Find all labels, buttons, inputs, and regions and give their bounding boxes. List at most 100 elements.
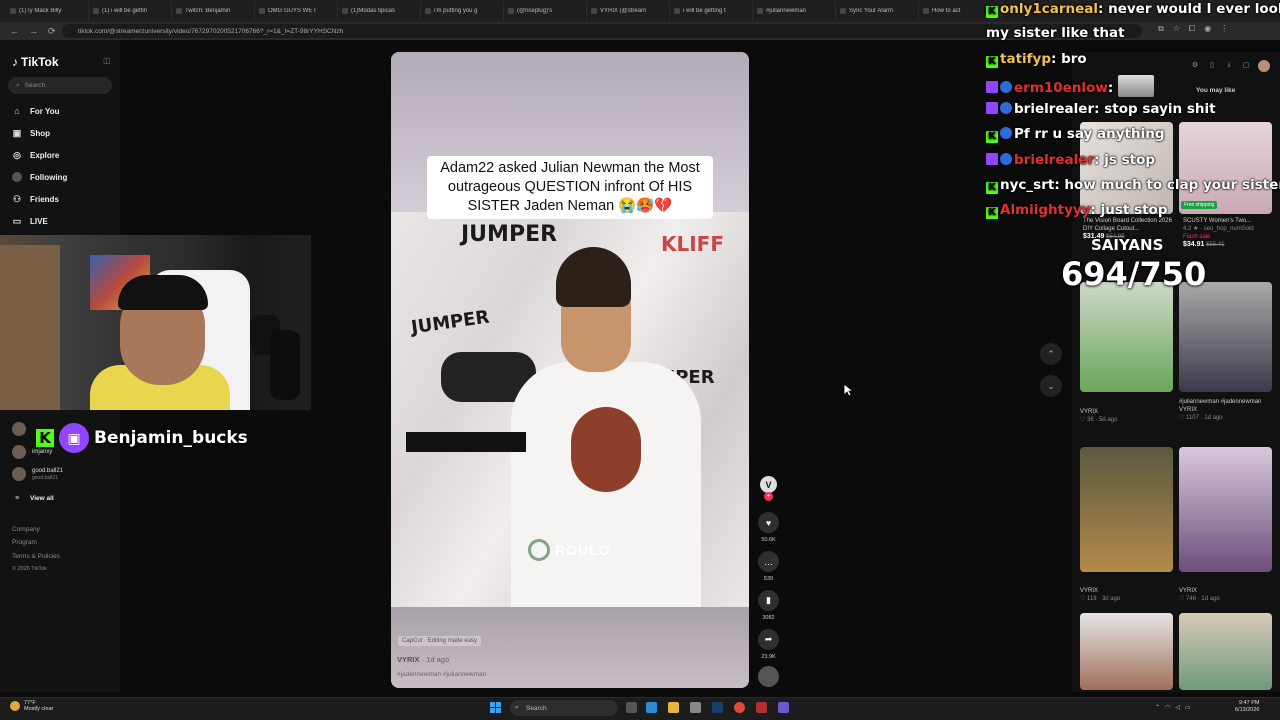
chevron-up-icon[interactable]: ⌃ [1155, 704, 1160, 711]
chat-message: Knyc_srt: how much to clap your sister? [986, 176, 1280, 194]
product-thumbnail[interactable]: Free shipping [1179, 122, 1272, 214]
footer-company-link[interactable]: Company [12, 526, 40, 533]
reload-icon[interactable]: ⟳ [48, 26, 56, 37]
browser-tab[interactable]: (@riceplug)'s× [504, 2, 992, 20]
user-avatar[interactable] [1258, 60, 1270, 72]
video-thumbnail[interactable] [1179, 613, 1272, 690]
browser-tab[interactable]: OMG GUYS WE I× [255, 2, 992, 20]
share-button[interactable]: ➦ [758, 629, 779, 650]
video-age: 5d ago [1099, 417, 1118, 423]
battery-icon[interactable]: ▭ [1185, 704, 1191, 711]
nav-shop[interactable]: ▣ Shop [12, 128, 50, 138]
edge-icon[interactable] [646, 702, 657, 713]
nav-for-you[interactable]: ⌂ For You [12, 106, 59, 116]
tab-favicon [93, 8, 99, 14]
video-thumbnail[interactable] [1179, 447, 1272, 572]
nav-explore[interactable]: ◎ Explore [12, 150, 59, 160]
browser-tab[interactable]: (1) i will be gettin× [89, 2, 992, 20]
file-explorer-icon[interactable] [668, 702, 679, 713]
browser-tab[interactable]: Twitch: Benjamin× [172, 2, 992, 20]
creator-avatar[interactable]: V [760, 476, 777, 493]
download-icon[interactable]: ⤓ [1224, 60, 1234, 70]
speaker-icon[interactable]: ◁ [1175, 704, 1180, 711]
app-icon[interactable] [778, 702, 789, 713]
video-info[interactable]: VYRIX ♡ 36 · 5d ago [1080, 408, 1175, 424]
taskbar-search[interactable]: ⌕ Search [510, 700, 618, 716]
forward-icon[interactable]: → [29, 26, 38, 36]
chat-text: bro [1061, 51, 1087, 67]
install-icon[interactable]: ⧉ [1158, 24, 1164, 34]
browser-tab[interactable]: i will be getting t× [670, 2, 992, 20]
comment-button[interactable]: … [758, 551, 779, 572]
video-thumbnail[interactable] [1080, 282, 1173, 392]
following-account[interactable] [12, 422, 26, 436]
extensions-icon[interactable]: ⧠ [1189, 24, 1195, 34]
avatar [12, 422, 26, 436]
browser-tab[interactable]: Sync Your Alarm× [836, 2, 992, 20]
chat-username: Pf [1014, 126, 1030, 142]
sound-disc-icon[interactable] [758, 666, 779, 687]
search-input[interactable]: ⌕ Search [8, 77, 112, 94]
browser-tab[interactable]: (1)Modas tipicas× [338, 2, 992, 20]
save-button[interactable]: ▮ [758, 590, 779, 611]
video-thumbnail[interactable] [1080, 447, 1173, 572]
capcut-badge[interactable]: CapCut · Editing made easy [398, 636, 482, 646]
follow-plus-icon[interactable]: + [764, 492, 773, 501]
weather-widget[interactable]: 77°F Mostly clear [10, 700, 53, 712]
sub-badge-icon [1000, 127, 1012, 139]
tab-favicon [508, 8, 514, 14]
settings-icon[interactable]: ⚙ [1190, 60, 1200, 70]
browser-tab[interactable]: (1)Ty Mack Billy× [6, 2, 992, 20]
profile-icon[interactable]: ◉ [1204, 24, 1211, 34]
chevron-up-icon: ⌃ [1047, 348, 1055, 359]
video-hashtags[interactable]: #jadennewman #juliannewman [397, 671, 486, 678]
product-title: The Vision Board Collection 2026 DIY Col… [1083, 218, 1172, 232]
back-icon[interactable]: ← [10, 26, 19, 36]
task-view-icon[interactable] [626, 702, 637, 713]
browser-tab[interactable]: i'm putting you g× [421, 2, 992, 20]
heart-icon: ♥ [765, 517, 772, 528]
compass-icon: ◎ [13, 149, 21, 160]
settings-icon[interactable] [690, 702, 701, 713]
collapse-sidebar-icon[interactable]: ◫ [103, 56, 111, 65]
product-info[interactable]: SCUSTY Women's Two... 4.2 ★ · seo_hop_nu… [1183, 217, 1278, 249]
app-icon[interactable] [756, 702, 767, 713]
bookmark-star-icon[interactable]: ☆ [1173, 24, 1180, 34]
view-all-link[interactable]: ≡ View all [12, 493, 54, 503]
steam-icon[interactable] [712, 702, 723, 713]
share-count: 23.9K [761, 654, 776, 660]
menu-icon[interactable]: ⋮ [1220, 24, 1228, 34]
video-info[interactable]: #juliannewman #jadennewman VYRIX ♡ 1107 … [1179, 398, 1274, 422]
video-info[interactable]: VYRIX ♡ 118 · 3d ago [1080, 587, 1175, 603]
device-icon[interactable]: ▯ [1207, 60, 1217, 70]
video-player[interactable]: JUMPER JUMPER JUMPER KLIFF Adam22 asked … [391, 52, 749, 688]
footer-terms-link[interactable]: Terms & Policies [12, 553, 60, 560]
nav-label: For You [30, 106, 60, 116]
footer-program-link[interactable]: Program [12, 539, 37, 546]
video-info[interactable]: VYRIX ♡ 746 · 1d ago [1179, 587, 1274, 603]
video-thumbnail[interactable] [1179, 282, 1272, 392]
chrome-icon[interactable] [734, 702, 745, 713]
nav-live[interactable]: ▭ LIVE [12, 216, 48, 226]
tab-favicon [674, 8, 680, 14]
nav-following[interactable]: Following [12, 172, 67, 182]
windows-start-icon[interactable] [490, 702, 501, 713]
like-button[interactable]: ♥ [758, 512, 779, 533]
tiktok-logo[interactable]: ♪ TikTok [12, 55, 59, 69]
windows-taskbar [0, 697, 1280, 720]
url-input[interactable]: tiktok.com/@streamerzuniversity/video/76… [62, 24, 1142, 38]
browser-actions: ⧉ ☆ ⧠ ◉ ⋮ [1158, 24, 1228, 34]
messages-icon[interactable]: ▢ [1241, 60, 1251, 70]
clock[interactable]: 9:47 PM 6/13/2026 [1235, 700, 1259, 714]
nav-friends[interactable]: ⚇ Friends [12, 194, 59, 204]
next-video-button[interactable]: ⌄ [1040, 375, 1062, 397]
wifi-icon[interactable]: ◠ [1165, 704, 1170, 711]
previous-video-button[interactable]: ⌃ [1040, 343, 1062, 365]
tab-favicon [840, 8, 846, 14]
browser-tab[interactable]: #juliannewman× [753, 2, 992, 20]
video-author[interactable]: VYRIX · 1d ago [397, 655, 449, 664]
view-all-label: View all [30, 494, 54, 502]
following-account[interactable]: good.ball21 good.ball21 [12, 467, 63, 481]
video-thumbnail[interactable] [1080, 613, 1173, 690]
browser-tab[interactable]: VYRIX (@stream× [587, 2, 992, 20]
